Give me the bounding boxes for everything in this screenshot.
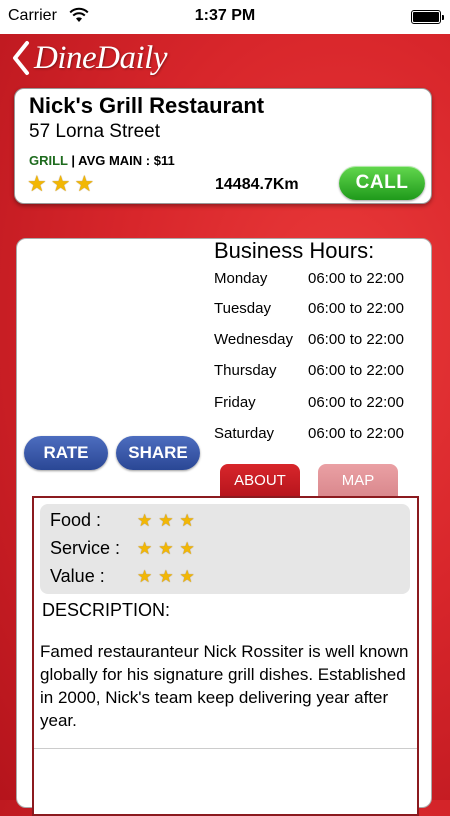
divider	[34, 748, 417, 749]
share-button[interactable]: SHARE	[116, 436, 200, 470]
hours-day: Thursday	[214, 362, 277, 379]
status-bar: Carrier 1:37 PM	[0, 0, 450, 34]
star-icon: ★	[137, 567, 153, 586]
star-icon: ★	[27, 171, 47, 196]
hours-day: Monday	[214, 270, 268, 287]
star-icon: ★	[74, 171, 95, 196]
clock: 1:37 PM	[194, 7, 256, 24]
hours-time: 06:00 to 22:00	[308, 394, 404, 411]
value-rating-stars: ★ ★ ★	[137, 568, 195, 585]
restaurant-star-rating: ★ ★ ★	[27, 173, 94, 195]
restaurant-address: 57 Lorna Street	[29, 121, 160, 142]
call-button[interactable]: CALL	[339, 166, 425, 200]
star-icon: ★	[158, 567, 174, 586]
hours-day: Friday	[214, 394, 256, 411]
distance-label: 14484.7Km	[215, 176, 299, 193]
star-icon: ★	[50, 171, 71, 196]
star-icon: ★	[179, 511, 195, 530]
star-icon: ★	[137, 539, 153, 558]
back-chevron-icon[interactable]	[10, 40, 32, 76]
restaurant-meta: GRILL | AVG MAIN : $11	[29, 153, 175, 168]
app-logo: DineDaily	[34, 40, 167, 76]
app-header: DineDaily	[0, 34, 450, 86]
hours-time: 06:00 to 22:00	[308, 300, 404, 317]
tab-about[interactable]: ABOUT	[220, 464, 300, 498]
rate-button[interactable]: RATE	[24, 436, 108, 470]
description-title: DESCRIPTION:	[42, 600, 171, 620]
hours-day: Saturday	[214, 425, 275, 442]
food-rating-stars: ★ ★ ★	[137, 512, 195, 529]
description-text: Famed restauranteur Nick Rossiter is wel…	[40, 642, 409, 730]
hours-day: Wednesday	[214, 331, 293, 348]
star-icon: ★	[179, 567, 195, 586]
value-rating-label: Value :	[50, 566, 105, 586]
service-rating-stars: ★ ★ ★	[137, 540, 195, 557]
hours-time: 06:00 to 22:00	[308, 425, 404, 442]
avg-main-price: | AVG MAIN : $11	[67, 153, 175, 168]
business-hours-title: Business Hours:	[214, 238, 375, 263]
restaurant-name: Nick's Grill Restaurant	[29, 93, 265, 118]
hours-time: 06:00 to 22:00	[308, 270, 404, 287]
food-rating-label: Food :	[50, 510, 102, 530]
cuisine-label: GRILL	[29, 153, 68, 168]
hours-time: 06:00 to 22:00	[308, 331, 404, 348]
restaurant-info-card: Nick's Grill Restaurant 57 Lorna Street …	[14, 88, 432, 204]
service-rating-label: Service :	[50, 538, 121, 558]
star-icon: ★	[137, 511, 153, 530]
star-icon: ★	[179, 539, 195, 558]
battery-icon	[411, 10, 444, 24]
star-icon: ★	[158, 511, 174, 530]
star-icon: ★	[158, 539, 174, 558]
hours-time: 06:00 to 22:00	[308, 362, 404, 379]
hours-day: Tuesday	[214, 300, 271, 317]
tab-map[interactable]: MAP	[318, 464, 398, 498]
